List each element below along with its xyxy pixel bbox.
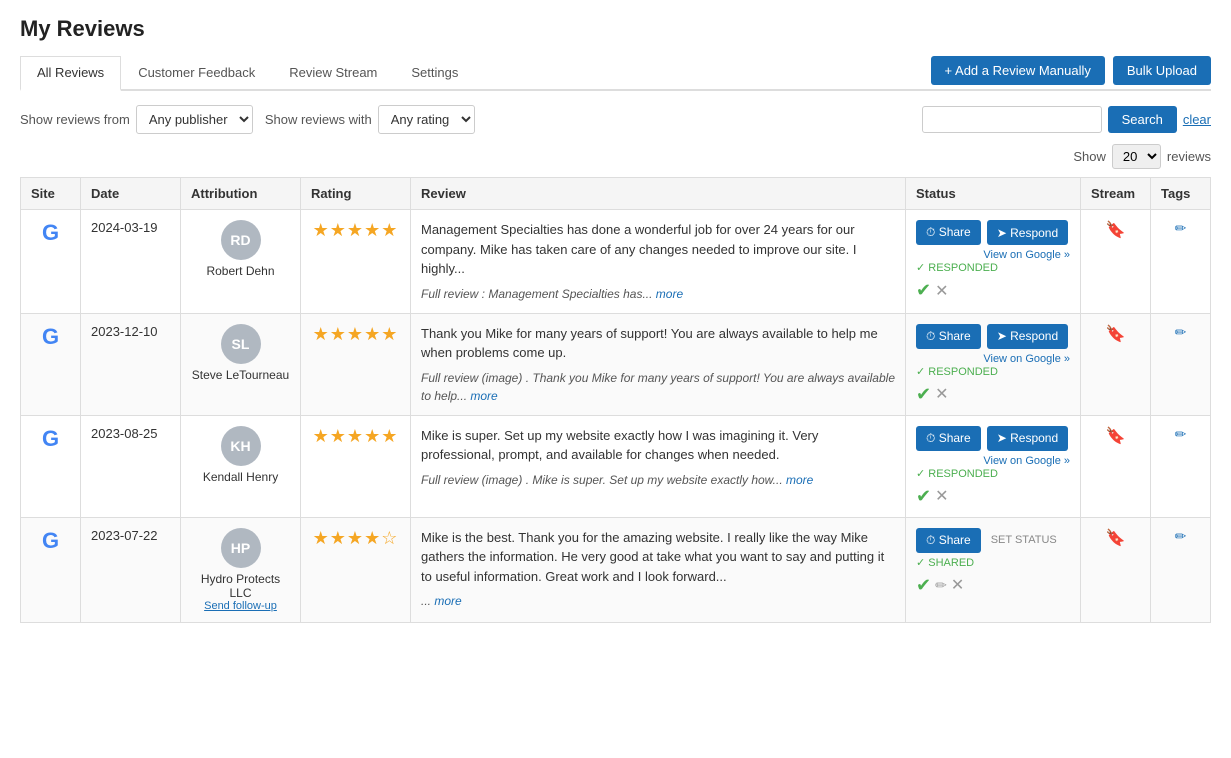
col-header-rating: Rating: [301, 178, 411, 210]
responded-label: ✓ RESPONDED: [916, 467, 1070, 480]
share-button[interactable]: ⏱ Share: [916, 528, 981, 553]
review-text: Mike is the best. Thank you for the amaz…: [421, 528, 895, 587]
google-logo-icon: G: [42, 528, 59, 553]
show-count-select[interactable]: 20: [1112, 144, 1161, 169]
attribution-name: Robert Dehn: [191, 264, 290, 278]
clear-button[interactable]: clear: [1183, 112, 1211, 127]
tab-settings[interactable]: Settings: [394, 56, 475, 91]
review-date: 2023-12-10: [81, 313, 181, 415]
table-row: G 2023-07-22 HP Hydro Protects LLC Send f…: [21, 517, 1211, 622]
table-row: G 2023-12-10 SL Steve LeTourneau ★★★★★ Tha…: [21, 313, 1211, 415]
review-more-link[interactable]: more: [786, 473, 813, 487]
respond-button[interactable]: ➤ Respond: [987, 324, 1068, 349]
review-more-link[interactable]: more: [434, 594, 461, 608]
star-rating: ★★★★★: [313, 324, 399, 344]
x-icon[interactable]: ✕: [935, 384, 948, 404]
show-label: Show: [1073, 149, 1106, 164]
col-header-date: Date: [81, 178, 181, 210]
view-on-google-link[interactable]: View on Google »: [916, 353, 1070, 365]
google-logo-icon: G: [42, 220, 59, 245]
avatar: HP: [221, 528, 261, 568]
search-input[interactable]: [922, 106, 1102, 133]
attribution-name: Kendall Henry: [191, 470, 290, 484]
review-more-link[interactable]: more: [656, 287, 683, 301]
review-date: 2023-07-22: [81, 517, 181, 622]
attribution-name: Steve LeTourneau: [191, 368, 290, 382]
review-text: Thank you Mike for many years of support…: [421, 324, 895, 363]
tag-edit-icon[interactable]: ✏: [1175, 324, 1187, 340]
shared-label: ✓ SHARED: [916, 556, 1070, 569]
check-icon: ✔: [916, 575, 931, 596]
bulk-upload-button[interactable]: Bulk Upload: [1113, 56, 1211, 85]
tag-edit-icon[interactable]: ✏: [1175, 220, 1187, 236]
review-full-text: Full review (image) . Mike is super. Set…: [421, 471, 895, 489]
publisher-select[interactable]: Any publisher: [136, 105, 253, 134]
respond-button[interactable]: ➤ Respond: [987, 426, 1068, 451]
share-button[interactable]: ⏱ Share: [916, 426, 981, 451]
x-icon[interactable]: ✕: [951, 575, 964, 595]
avatar: RD: [221, 220, 261, 260]
edit-icon[interactable]: ✏: [935, 577, 947, 594]
stream-icon[interactable]: 🔖: [1106, 428, 1126, 445]
star-rating: ★★★★★: [313, 426, 399, 446]
page-title: My Reviews: [20, 16, 1211, 42]
set-status-label: SET STATUS: [991, 534, 1057, 546]
avatar: KH: [221, 426, 261, 466]
col-header-attribution: Attribution: [181, 178, 301, 210]
stream-icon[interactable]: 🔖: [1106, 530, 1126, 547]
show-with-label: Show reviews with: [265, 112, 372, 127]
view-on-google-link[interactable]: View on Google »: [916, 455, 1070, 467]
review-full-text: Full review : Management Specialties has…: [421, 285, 895, 303]
search-button[interactable]: Search: [1108, 106, 1177, 133]
col-header-stream: Stream: [1081, 178, 1151, 210]
tag-edit-icon[interactable]: ✏: [1175, 528, 1187, 544]
check-icon: ✔: [916, 486, 931, 507]
x-icon[interactable]: ✕: [935, 486, 948, 506]
col-header-site: Site: [21, 178, 81, 210]
col-header-tags: Tags: [1151, 178, 1211, 210]
show-from-label: Show reviews from: [20, 112, 130, 127]
tag-edit-icon[interactable]: ✏: [1175, 426, 1187, 442]
google-logo-icon: G: [42, 324, 59, 349]
review-full-text: ... more: [421, 592, 895, 610]
star-rating: ★★★★★: [313, 220, 399, 240]
respond-button[interactable]: ➤ Respond: [987, 220, 1068, 245]
table-row: G 2024-03-19 RD Robert Dehn ★★★★★ Manageme…: [21, 210, 1211, 314]
responded-label: ✓ RESPONDED: [916, 365, 1070, 378]
table-row: G 2023-08-25 KH Kendall Henry ★★★★★ Mike i…: [21, 415, 1211, 517]
tab-all-reviews[interactable]: All Reviews: [20, 56, 121, 91]
reviews-label: reviews: [1167, 149, 1211, 164]
view-on-google-link[interactable]: View on Google »: [916, 249, 1070, 261]
review-full-text: Full review (image) . Thank you Mike for…: [421, 369, 895, 405]
attribution-name: Hydro Protects LLC: [191, 572, 290, 600]
responded-label: ✓ RESPONDED: [916, 261, 1070, 274]
google-logo-icon: G: [42, 426, 59, 451]
rating-select[interactable]: Any rating: [378, 105, 475, 134]
review-text: Management Specialties has done a wonder…: [421, 220, 895, 279]
stream-icon[interactable]: 🔖: [1106, 326, 1126, 343]
send-followup-link[interactable]: Send follow-up: [191, 600, 290, 612]
x-icon[interactable]: ✕: [935, 281, 948, 301]
star-rating: ★★★★☆: [313, 528, 399, 548]
check-icon: ✔: [916, 280, 931, 301]
review-more-link[interactable]: more: [470, 389, 497, 403]
col-header-status: Status: [906, 178, 1081, 210]
tab-customer-feedback[interactable]: Customer Feedback: [121, 56, 272, 91]
review-text: Mike is super. Set up my website exactly…: [421, 426, 895, 465]
check-icon: ✔: [916, 384, 931, 405]
share-button[interactable]: ⏱ Share: [916, 324, 981, 349]
add-review-button[interactable]: + Add a Review Manually: [931, 56, 1105, 85]
review-date: 2023-08-25: [81, 415, 181, 517]
avatar: SL: [221, 324, 261, 364]
share-button[interactable]: ⏱ Share: [916, 220, 981, 245]
review-date: 2024-03-19: [81, 210, 181, 314]
reviews-table: Site Date Attribution Rating Review Stat…: [20, 177, 1211, 623]
tab-review-stream[interactable]: Review Stream: [272, 56, 394, 91]
stream-icon[interactable]: 🔖: [1106, 222, 1126, 239]
col-header-review: Review: [411, 178, 906, 210]
